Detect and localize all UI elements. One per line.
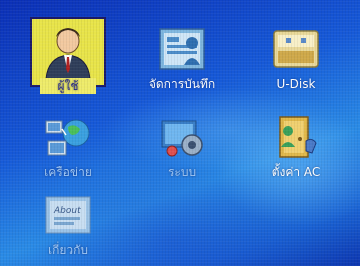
menu-item-record-management[interactable]: จัดการบันทึก <box>130 23 234 99</box>
menu-item-label: ตั้งค่า AC <box>271 165 321 179</box>
access-control-settings-icon <box>268 113 324 161</box>
user-icon <box>30 17 106 87</box>
menu-item-ac-settings[interactable]: ตั้งค่า AC <box>244 111 348 187</box>
menu-item-label: เกี่ยวกับ <box>47 243 89 257</box>
menu-item-label: ระบบ <box>167 165 197 179</box>
menu-item-about[interactable]: About เกี่ยวกับ <box>16 189 120 265</box>
about-icon: About <box>40 191 96 239</box>
menu-item-label: ผู้ใช้ <box>40 78 96 94</box>
usb-disk-icon <box>268 25 324 73</box>
menu-item-user[interactable]: ผู้ใช้ <box>16 17 120 99</box>
network-icon <box>40 113 96 161</box>
record-management-icon <box>154 25 210 73</box>
menu-item-label: U-Disk <box>276 77 316 91</box>
menu-item-label: จัดการบันทึก <box>148 77 216 91</box>
menu-item-system[interactable]: ระบบ <box>130 111 234 187</box>
system-icon <box>154 113 210 161</box>
menu-item-label: เครือข่าย <box>44 165 92 179</box>
about-icon-text: About <box>53 206 81 216</box>
menu-item-network[interactable]: เครือข่าย <box>16 111 120 187</box>
menu-item-u-disk[interactable]: U-Disk <box>244 23 348 99</box>
